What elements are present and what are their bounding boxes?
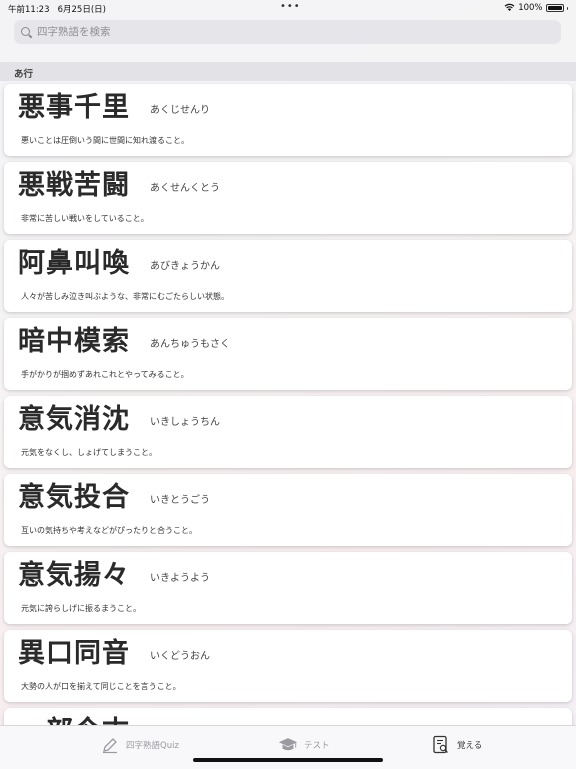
status-clock: 午前11:23 (8, 5, 50, 15)
list-item[interactable]: 一部今古 (4, 708, 572, 725)
battery-tip (566, 6, 568, 10)
wifi-icon (504, 3, 515, 13)
idiom-meaning: 大勢の人が口を揃えて同じことを言うこと。 (21, 682, 181, 691)
tab-learn-label: 覚える (457, 741, 483, 751)
status-date: 6月25日(日) (57, 5, 106, 15)
idiom-kanji: 意気揚々 (18, 560, 130, 591)
idiom-list[interactable]: 悪事千里 あくじせんり 悪いことは圧倒いう間に世間に知れ渡ること。 悪戦苦闘 あ… (0, 81, 576, 725)
tab-learn[interactable]: 覚える (431, 735, 482, 755)
search-icon (21, 26, 33, 38)
idiom-kanji: 意気消沈 (18, 404, 130, 435)
idiom-meaning: 元気をなくし、しょげてしまうこと。 (21, 448, 157, 457)
multitasking-dots-icon[interactable]: ••• (280, 1, 301, 12)
idiom-meaning: 人々が苦しみ泣き叫ぶような、非常にむごたらしい状態。 (21, 292, 229, 301)
status-bar: 午前11:23 6月25日(日) ••• 100% (0, 0, 576, 16)
idiom-reading: あんちゅうもさく (150, 339, 230, 350)
idiom-reading: いきとうごう (150, 495, 210, 506)
list-item[interactable]: 暗中模索 あんちゅうもさく 手がかりが掴めずあれこれとやってみること。 (4, 318, 572, 390)
idiom-meaning: 互いの気持ちや考えなどがぴったりと合うこと。 (21, 526, 197, 535)
document-search-icon (431, 735, 451, 755)
status-indicators: 100% (504, 3, 568, 13)
idiom-kanji: 悪戦苦闘 (18, 170, 130, 201)
tab-bar: 四字熟語Quiz テスト 覚える (0, 725, 576, 769)
graduation-cap-icon (278, 735, 298, 755)
list-item[interactable]: 意気消沈 いきしょうちん 元気をなくし、しょげてしまうこと。 (4, 396, 572, 468)
battery-icon (545, 4, 564, 12)
idiom-reading: あくじせんり (150, 105, 210, 116)
list-item[interactable]: 異口同音 いくどうおん 大勢の人が口を揃えて同じことを言うこと。 (4, 630, 572, 702)
idiom-reading: いきようよう (150, 573, 210, 584)
idiom-meaning: 手がかりが掴めずあれこれとやってみること。 (21, 370, 189, 379)
battery-percentage: 100% (518, 3, 543, 13)
pencil-icon (100, 735, 120, 755)
list-item[interactable]: 悪事千里 あくじせんり 悪いことは圧倒いう間に世間に知れ渡ること。 (4, 84, 572, 156)
status-time: 午前11:23 6月25日(日) (8, 3, 106, 15)
idiom-meaning: 悪いことは圧倒いう間に世間に知れ渡ること。 (21, 136, 189, 145)
tab-test-label: テスト (304, 741, 330, 751)
idiom-kanji: 暗中模索 (18, 326, 130, 357)
home-indicator (193, 758, 383, 762)
idiom-kanji: 異口同音 (18, 638, 130, 669)
search-bar[interactable] (14, 20, 561, 44)
idiom-reading: いきしょうちん (150, 417, 220, 428)
idiom-reading: あびきょうかん (150, 261, 220, 272)
idiom-meaning: 元気に誇らしげに振るまうこと。 (21, 604, 141, 613)
idiom-kanji: 悪事千里 (18, 92, 130, 123)
section-header: あ行 (0, 62, 576, 81)
list-item[interactable]: 悪戦苦闘 あくせんくとう 非常に苦しい戦いをしていること。 (4, 162, 572, 234)
idiom-reading: いくどうおん (150, 651, 210, 662)
list-item[interactable]: 意気投合 いきとうごう 互いの気持ちや考えなどがぴったりと合うこと。 (4, 474, 572, 546)
idiom-kanji: 意気投合 (18, 482, 130, 513)
idiom-meaning: 非常に苦しい戦いをしていること。 (21, 214, 149, 223)
list-item[interactable]: 阿鼻叫喚 あびきょうかん 人々が苦しみ泣き叫ぶような、非常にむごたらしい状態。 (4, 240, 572, 312)
list-item[interactable]: 意気揚々 いきようよう 元気に誇らしげに振るまうこと。 (4, 552, 572, 624)
search-input[interactable] (37, 26, 537, 38)
idiom-kanji: 一部今古 (18, 716, 130, 725)
idiom-kanji: 阿鼻叫喚 (18, 248, 130, 279)
idiom-reading: あくせんくとう (150, 183, 220, 194)
tab-quiz-label: 四字熟語Quiz (126, 741, 179, 751)
tab-test[interactable]: テスト (278, 735, 330, 755)
tab-quiz[interactable]: 四字熟語Quiz (100, 735, 179, 755)
